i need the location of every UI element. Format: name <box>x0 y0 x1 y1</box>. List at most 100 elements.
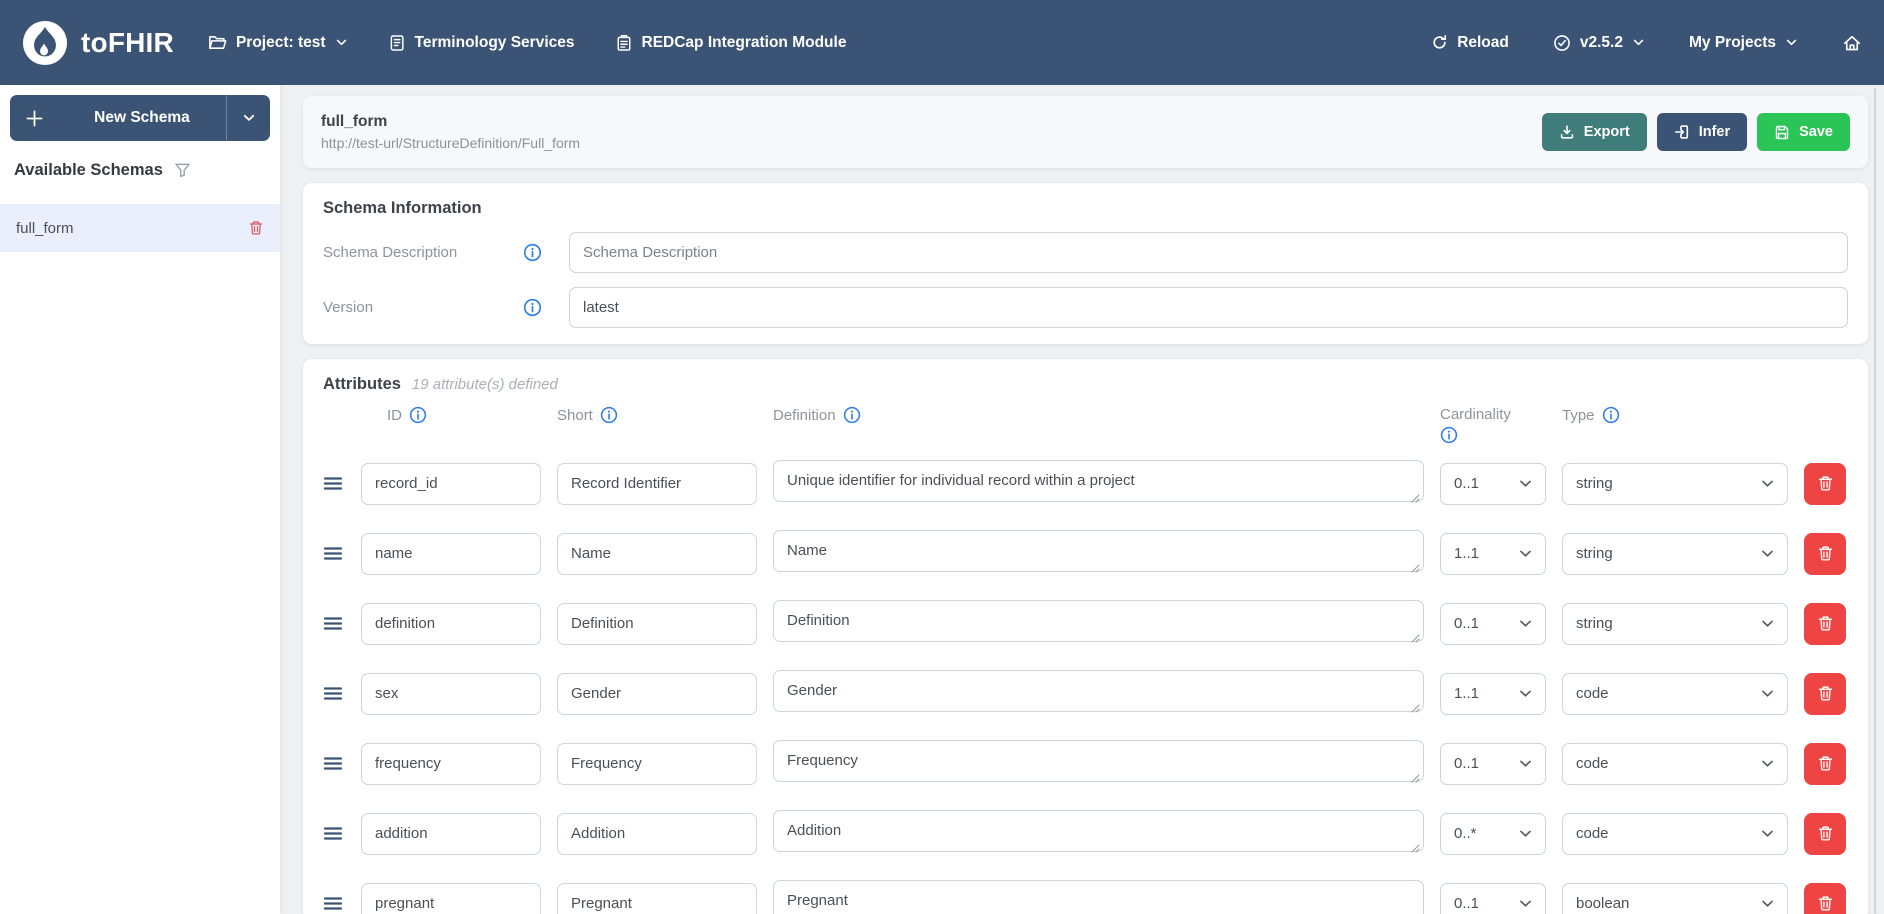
info-icon[interactable] <box>523 243 569 262</box>
nav-left: Project: test Terminology Services REDCa… <box>208 33 847 52</box>
chevron-down-icon <box>1518 756 1533 771</box>
funnel-icon[interactable] <box>174 162 191 179</box>
attribute-definition-textarea[interactable]: Definition <box>773 600 1424 642</box>
delete-attribute-button[interactable] <box>1804 533 1846 575</box>
attribute-definition-textarea[interactable]: Pregnant <box>773 880 1424 914</box>
attribute-cardinality-select[interactable]: 0..1 <box>1440 463 1546 505</box>
info-icon[interactable] <box>523 298 569 317</box>
schema-description-input[interactable] <box>569 232 1848 273</box>
column-header-cardinality: Cardinality <box>1440 406 1546 444</box>
reload-button[interactable]: Reload <box>1431 34 1509 52</box>
info-icon[interactable] <box>409 406 427 424</box>
attribute-short-input[interactable] <box>557 533 757 575</box>
attribute-type-select[interactable]: code <box>1562 813 1788 855</box>
attribute-type-select[interactable]: string <box>1562 533 1788 575</box>
app-logo[interactable]: toFHIR <box>22 20 174 66</box>
attributes-heading: Attributes <box>323 375 401 394</box>
attribute-type-select[interactable]: boolean <box>1562 883 1788 914</box>
attribute-short-input[interactable] <box>557 603 757 645</box>
schema-information-heading: Schema Information <box>323 199 1848 218</box>
attribute-short-input[interactable] <box>557 463 757 505</box>
info-icon[interactable] <box>843 406 861 424</box>
attribute-definition-textarea[interactable]: Addition <box>773 810 1424 852</box>
attribute-id-input[interactable] <box>361 463 541 505</box>
version-input[interactable] <box>569 287 1848 328</box>
new-schema-button[interactable]: New Schema <box>10 95 270 141</box>
delete-attribute-button[interactable] <box>1804 673 1846 715</box>
home-button[interactable] <box>1842 33 1862 53</box>
drag-handle-icon[interactable] <box>323 681 345 706</box>
attribute-id-input[interactable] <box>361 533 541 575</box>
attribute-row: Definition 0..1 string <box>323 600 1848 647</box>
nav-item-project[interactable]: Project: test <box>208 33 348 52</box>
cardinality-value: 0..* <box>1454 825 1477 842</box>
delete-attribute-button[interactable] <box>1804 603 1846 645</box>
version-menu[interactable]: v2.5.2 <box>1553 34 1645 52</box>
attribute-cardinality-select[interactable]: 1..1 <box>1440 673 1546 715</box>
attribute-cardinality-select[interactable]: 0..1 <box>1440 743 1546 785</box>
attribute-id-input[interactable] <box>361 883 541 914</box>
drag-handle-icon[interactable] <box>323 891 345 914</box>
save-button[interactable]: Save <box>1757 113 1850 151</box>
my-projects-menu[interactable]: My Projects <box>1689 34 1798 52</box>
available-schemas-label: Available Schemas <box>14 161 163 180</box>
attribute-id-input[interactable] <box>361 673 541 715</box>
check-circle-icon <box>1553 34 1571 52</box>
trash-icon <box>1817 895 1834 912</box>
attribute-short-input[interactable] <box>557 673 757 715</box>
export-button[interactable]: Export <box>1542 113 1647 151</box>
drag-handle-icon[interactable] <box>323 541 345 566</box>
attribute-definition-textarea[interactable]: Unique identifier for individual record … <box>773 460 1424 502</box>
attribute-definition-textarea[interactable]: Frequency <box>773 740 1424 782</box>
attribute-definition-textarea[interactable]: Name <box>773 530 1424 572</box>
box-arrow-in-icon <box>1674 124 1690 140</box>
chevron-down-icon <box>1760 826 1775 841</box>
info-icon[interactable] <box>1602 406 1620 424</box>
chevron-down-icon <box>1518 546 1533 561</box>
chevron-down-icon <box>1760 476 1775 491</box>
attribute-cardinality-select[interactable]: 0..1 <box>1440 883 1546 914</box>
attribute-cardinality-select[interactable]: 0..1 <box>1440 603 1546 645</box>
attribute-short-input[interactable] <box>557 883 757 914</box>
chevron-down-icon <box>1760 546 1775 561</box>
type-value: boolean <box>1576 895 1629 912</box>
chevron-down-icon <box>1518 476 1533 491</box>
attribute-cardinality-select[interactable]: 0..* <box>1440 813 1546 855</box>
home-icon <box>1842 33 1862 53</box>
schema-description-label: Schema Description <box>323 244 523 261</box>
new-schema-dropdown-toggle[interactable] <box>226 95 270 141</box>
info-icon[interactable] <box>600 406 618 424</box>
trash-icon <box>1817 825 1834 842</box>
attribute-type-select[interactable]: code <box>1562 673 1788 715</box>
sidebar-item-full-form[interactable]: full_form <box>0 204 280 252</box>
navbar: toFHIR Project: test Terminology Service… <box>0 0 1884 85</box>
nav-item-redcap-module[interactable]: REDCap Integration Module <box>615 34 847 52</box>
info-icon[interactable] <box>1440 426 1458 444</box>
drag-handle-icon[interactable] <box>323 751 345 776</box>
nav-item-label: REDCap Integration Module <box>642 34 847 52</box>
attribute-id-input[interactable] <box>361 743 541 785</box>
attribute-id-input[interactable] <box>361 813 541 855</box>
attribute-short-input[interactable] <box>557 743 757 785</box>
delete-attribute-button[interactable] <box>1804 813 1846 855</box>
attribute-type-select[interactable]: string <box>1562 463 1788 505</box>
attribute-definition-textarea[interactable]: Gender <box>773 670 1424 712</box>
delete-attribute-button[interactable] <box>1804 463 1846 505</box>
trash-icon[interactable] <box>248 220 264 236</box>
drag-handle-icon[interactable] <box>323 471 345 496</box>
type-value: code <box>1576 685 1609 702</box>
delete-attribute-button[interactable] <box>1804 883 1846 914</box>
attribute-id-input[interactable] <box>361 603 541 645</box>
attribute-type-select[interactable]: code <box>1562 743 1788 785</box>
attribute-short-input[interactable] <box>557 813 757 855</box>
flame-logo-icon <box>22 20 68 66</box>
attribute-type-select[interactable]: string <box>1562 603 1788 645</box>
delete-attribute-button[interactable] <box>1804 743 1846 785</box>
attribute-cardinality-select[interactable]: 1..1 <box>1440 533 1546 575</box>
vertical-scrollbar[interactable] <box>1874 88 1876 914</box>
drag-handle-icon[interactable] <box>323 821 345 846</box>
drag-handle-icon[interactable] <box>323 611 345 636</box>
nav-item-label: My Projects <box>1689 34 1776 52</box>
infer-button[interactable]: Infer <box>1657 113 1747 151</box>
nav-item-terminology-services[interactable]: Terminology Services <box>388 34 575 52</box>
